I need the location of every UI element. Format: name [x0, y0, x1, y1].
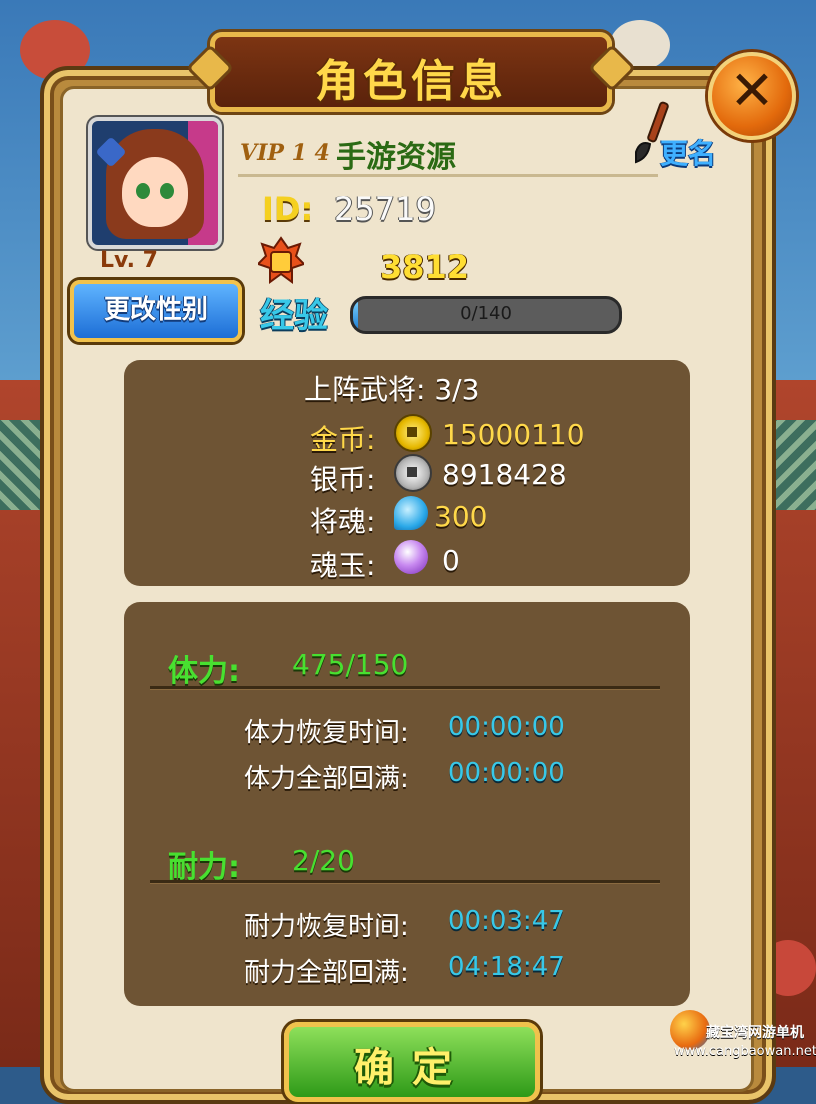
endurance-recover-label: 耐力恢复时间: [244, 912, 409, 942]
soul-icon [394, 496, 428, 530]
gold-coin-icon [394, 414, 432, 452]
exp-progress-text: 0/140 [460, 303, 512, 324]
gold-value: 15000110 [442, 418, 585, 451]
silver-value: 8918428 [442, 458, 567, 491]
watermark-site-name: 藏宝湾网游单机 [706, 1025, 804, 1041]
soul-label: 将魂: [310, 505, 376, 538]
stamina-recover-label: 体力恢复时间: [244, 718, 409, 748]
dialog-title: 角色信息 [315, 56, 507, 107]
name-underline [238, 174, 658, 177]
jade-label: 魂玉: [310, 549, 376, 582]
jade-icon [394, 540, 428, 574]
exp-label: 经验 [260, 296, 328, 336]
exp-progress-bar: 0/140 [350, 296, 622, 334]
close-button[interactable]: ✕ [708, 52, 796, 140]
change-gender-button[interactable]: 更改性别 [70, 280, 242, 342]
gold-label: 金币: [310, 423, 376, 456]
endurance-full-label: 耐力全部回满: [244, 958, 409, 988]
avatar[interactable] [88, 117, 222, 249]
player-name: 手游资源 [336, 140, 456, 175]
stamina-full-label: 体力全部回满: [244, 764, 409, 794]
endurance-divider [150, 880, 660, 883]
stamina-label: 体力: [168, 654, 240, 689]
jade-value: 0 [442, 544, 460, 577]
stamina-full-time: 00:00:00 [448, 758, 565, 788]
stamina-recover-time: 00:00:00 [448, 712, 565, 742]
stamina-value: 475/150 [292, 648, 409, 681]
confirm-label: 确定 [354, 1045, 470, 1091]
avatar-eye [160, 183, 174, 199]
avatar-face [122, 157, 188, 227]
silver-label: 银币: [310, 463, 376, 496]
id-value: 25719 [334, 190, 436, 228]
soul-value: 300 [434, 500, 488, 533]
confirm-button[interactable]: 确定 [284, 1022, 540, 1102]
battle-icon [258, 236, 304, 284]
endurance-value: 2/20 [292, 844, 355, 877]
endurance-full-time: 04:18:47 [448, 952, 565, 982]
avatar-eye [136, 183, 150, 199]
watermark-site-url: www.cangbaowan.net [674, 1044, 816, 1059]
title-plate: 角色信息 [185, 32, 637, 112]
endurance-recover-time: 00:03:47 [448, 906, 565, 936]
battle-power-value: 3812 [380, 248, 470, 286]
silver-coin-icon [394, 454, 432, 492]
player-level: Lv. 7 [100, 248, 158, 273]
rename-button[interactable]: 更名 [660, 132, 716, 172]
generals-count: 上阵武将: 3/3 [304, 373, 480, 406]
vip-badge: VIP 1 4 [240, 140, 330, 166]
stamina-divider [150, 686, 660, 689]
close-icon: ✕ [729, 59, 775, 122]
id-label: ID: [262, 190, 314, 228]
